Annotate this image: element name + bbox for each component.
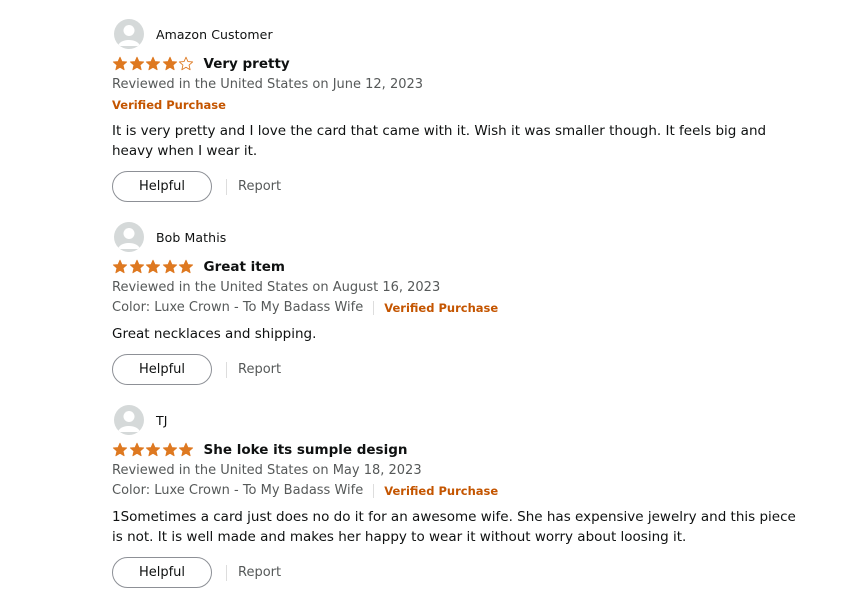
filled-star-icon <box>178 442 194 457</box>
review-date: Reviewed in the United States on August … <box>112 280 441 295</box>
filled-star-icon <box>112 442 128 457</box>
verified-purchase-badge: Verified Purchase <box>384 484 499 498</box>
report-link[interactable]: Report <box>238 362 281 377</box>
reviewer-name: Amazon Customer <box>156 26 273 42</box>
review-title[interactable]: She loke its sumple design <box>204 442 408 458</box>
review-date: Reviewed in the United States on June 12… <box>112 77 424 92</box>
review-card: Amazon Customer Very pretty Reviewed in … <box>112 18 832 202</box>
review-title[interactable]: Very pretty <box>204 56 290 72</box>
helpful-button[interactable]: Helpful <box>112 171 212 202</box>
reviewer-name: Bob Mathis <box>156 229 227 245</box>
product-variant[interactable]: Color: Luxe Crown - To My Badass Wife <box>112 298 363 318</box>
product-variant[interactable]: Color: Luxe Crown - To My Badass Wife <box>112 481 363 501</box>
filled-star-icon <box>112 56 128 71</box>
verified-purchase-badge: Verified Purchase <box>384 301 499 315</box>
filled-star-icon <box>162 442 177 457</box>
filled-star-icon <box>129 442 144 457</box>
divider <box>373 484 375 498</box>
divider <box>373 301 375 315</box>
review-card: Bob Mathis Great item Reviewed in the Un… <box>112 221 832 385</box>
review-body: 1Sometimes a card just does no do it for… <box>112 509 796 545</box>
report-link[interactable]: Report <box>238 565 281 580</box>
review-title[interactable]: Great item <box>204 259 285 275</box>
filled-star-icon <box>162 259 177 274</box>
helpful-button[interactable]: Helpful <box>112 354 212 385</box>
filled-star-icon <box>162 56 177 71</box>
verified-purchase-badge: Verified Purchase <box>112 98 226 112</box>
report-link[interactable]: Report <box>238 179 281 194</box>
empty-star-icon <box>178 56 194 71</box>
reviewer-name: TJ <box>156 412 168 428</box>
divider <box>226 361 227 378</box>
reviewer-profile[interactable]: Bob Mathis <box>112 221 832 253</box>
review-body: Great necklaces and shipping. <box>112 326 317 342</box>
reviewer-profile[interactable]: TJ <box>112 404 832 436</box>
filled-star-icon <box>112 259 128 274</box>
filled-star-icon <box>145 442 161 457</box>
star-rating[interactable] <box>112 441 195 459</box>
star-rating[interactable] <box>112 258 195 276</box>
divider <box>226 178 227 195</box>
filled-star-icon <box>178 259 194 274</box>
reviewer-profile[interactable]: Amazon Customer <box>112 18 832 50</box>
default-profile-icon <box>114 222 144 252</box>
review-body: It is very pretty and I love the card th… <box>112 123 767 159</box>
default-profile-icon <box>114 405 144 435</box>
filled-star-icon <box>129 259 144 274</box>
default-profile-icon <box>114 19 144 49</box>
review-card: TJ She loke its sumple design Reviewed i… <box>112 404 832 588</box>
review-date: Reviewed in the United States on May 18,… <box>112 463 422 478</box>
filled-star-icon <box>145 259 161 274</box>
helpful-button[interactable]: Helpful <box>112 557 212 588</box>
filled-star-icon <box>129 56 144 71</box>
filled-star-icon <box>145 56 161 71</box>
star-rating[interactable] <box>112 55 195 73</box>
divider <box>226 564 227 581</box>
